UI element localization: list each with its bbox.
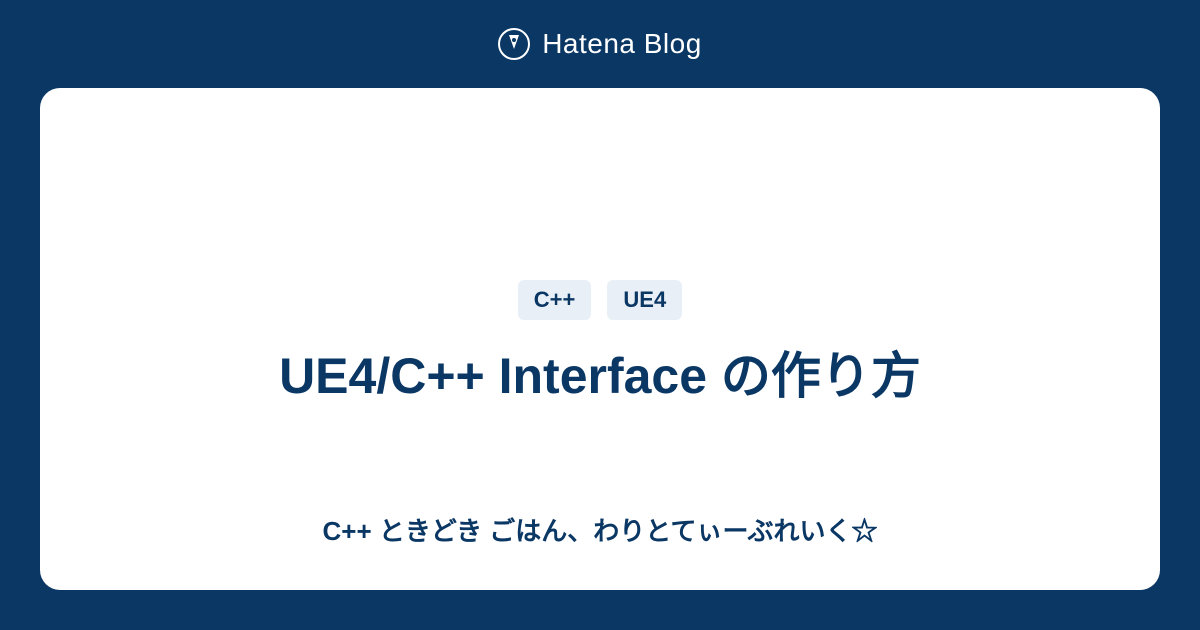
header-bar: Hatena Blog xyxy=(0,0,1200,88)
tag-list: C++ UE4 xyxy=(518,280,682,320)
hatena-logo-icon xyxy=(498,28,530,60)
blog-subtitle: C++ ときどき ごはん、わりとてぃーぶれいく☆ xyxy=(323,511,878,548)
article-card: C++ UE4 UE4/C++ Interface の作り方 C++ ときどき … xyxy=(40,88,1160,590)
brand-name: Hatena Blog xyxy=(542,28,702,60)
tag-item: C++ xyxy=(518,280,592,320)
article-title: UE4/C++ Interface の作り方 xyxy=(279,344,921,409)
tag-item: UE4 xyxy=(607,280,682,320)
